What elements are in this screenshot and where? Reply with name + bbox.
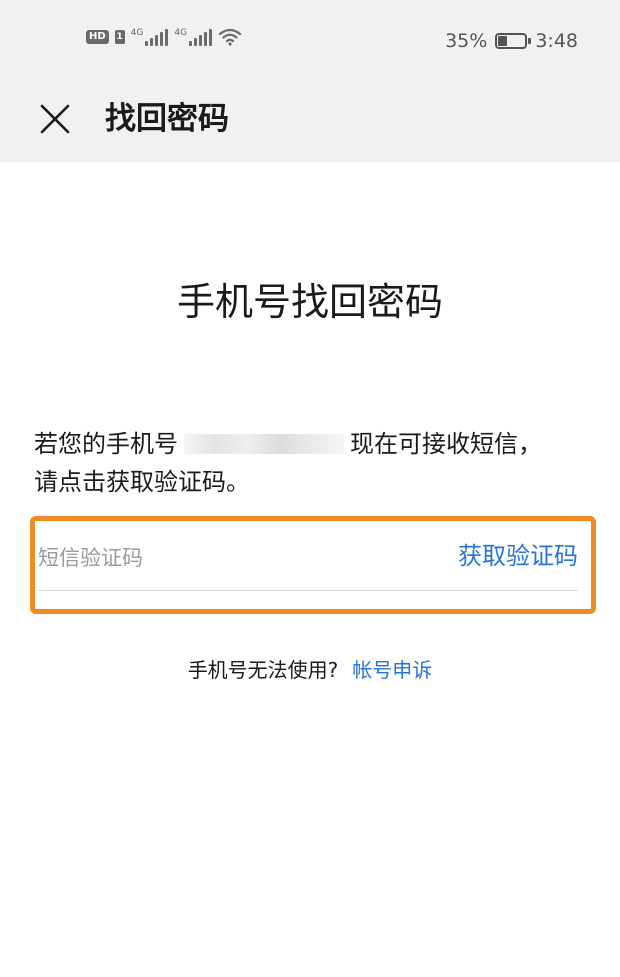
phone-unavailable-text: 手机号无法使用? <box>187 658 339 682</box>
signal-group-2: 4G <box>174 28 213 46</box>
get-code-button[interactable]: 获取验证码 <box>458 536 578 576</box>
close-button[interactable] <box>32 96 78 142</box>
network-type-label: 4G <box>174 28 188 38</box>
signal-group-1: 4G <box>131 28 169 46</box>
sim-icon: 1 <box>114 30 125 44</box>
appeal-row: 手机号无法使用? 帐号申诉 <box>0 652 620 688</box>
page-title: 手机号找回密码 <box>176 280 443 324</box>
status-right: 35% 3:48 <box>445 30 578 52</box>
status-bar: HD 1 4G 4G 35% 3:48 <box>0 0 620 80</box>
header-title: 找回密码 <box>105 101 229 137</box>
signal-icon <box>145 28 169 46</box>
app-header: 找回密码 <box>0 80 620 162</box>
sms-code-input[interactable] <box>38 530 418 586</box>
status-left: HD 1 4G 4G <box>86 28 242 46</box>
close-icon <box>40 104 70 134</box>
input-underline <box>38 590 578 591</box>
masked-phone-number <box>184 434 344 454</box>
description-prefix: 若您的手机号 <box>34 430 178 458</box>
signal-icon <box>189 28 213 46</box>
account-appeal-link[interactable]: 帐号申诉 <box>352 658 432 682</box>
hd-icon: HD <box>86 30 109 44</box>
description-text: 若您的手机号 现在可接收短信，请点击获取验证码。 <box>34 425 564 501</box>
battery-percent: 35% <box>445 30 488 52</box>
battery-icon <box>495 33 532 49</box>
clock: 3:48 <box>535 30 578 52</box>
network-type-label: 4G <box>130 28 144 38</box>
wifi-icon <box>218 28 242 46</box>
battery-level <box>498 36 508 46</box>
